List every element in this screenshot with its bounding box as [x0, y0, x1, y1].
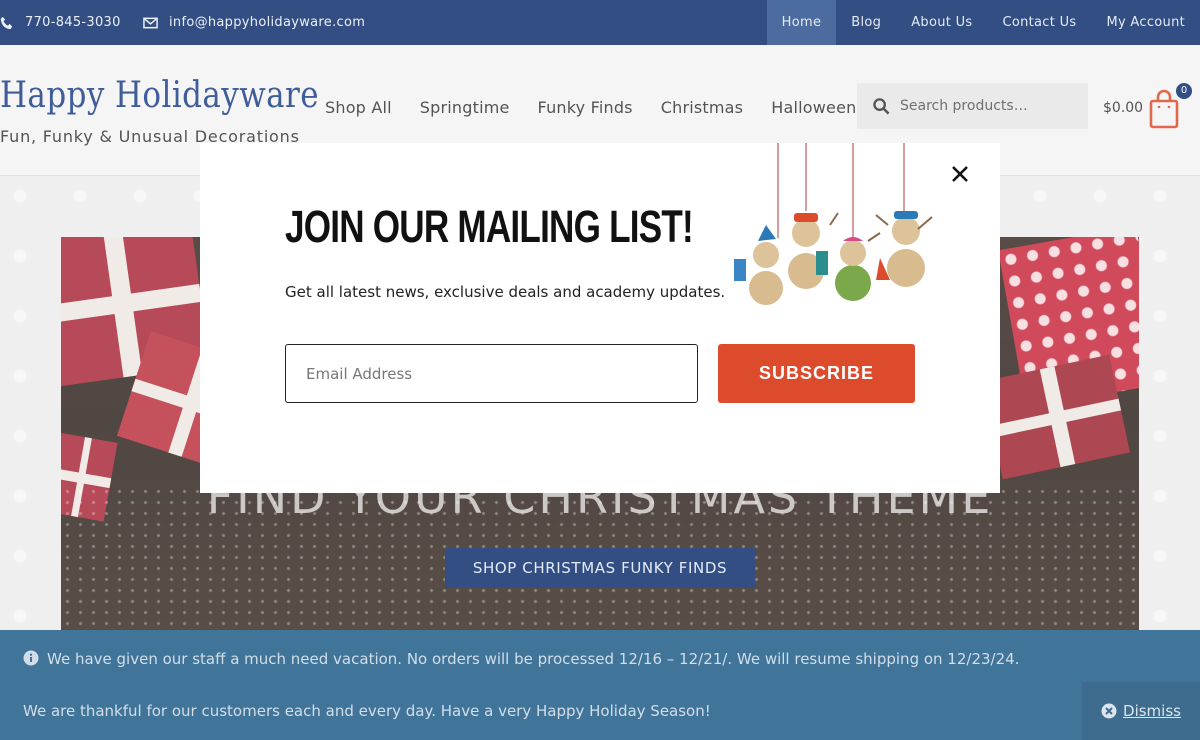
modal-subtitle: Get all latest news, exclusive deals and…	[285, 283, 726, 301]
close-icon[interactable]	[948, 162, 972, 186]
subscribe-button[interactable]: SUBSCRIBE	[718, 344, 915, 403]
email-field[interactable]	[285, 344, 698, 403]
mailing-list-modal: JOIN OUR MAILING LIST! Get all latest ne…	[200, 143, 1000, 493]
snowman-ornaments-image	[734, 143, 933, 305]
modal-title: JOIN OUR MAILING LIST!	[285, 201, 694, 252]
